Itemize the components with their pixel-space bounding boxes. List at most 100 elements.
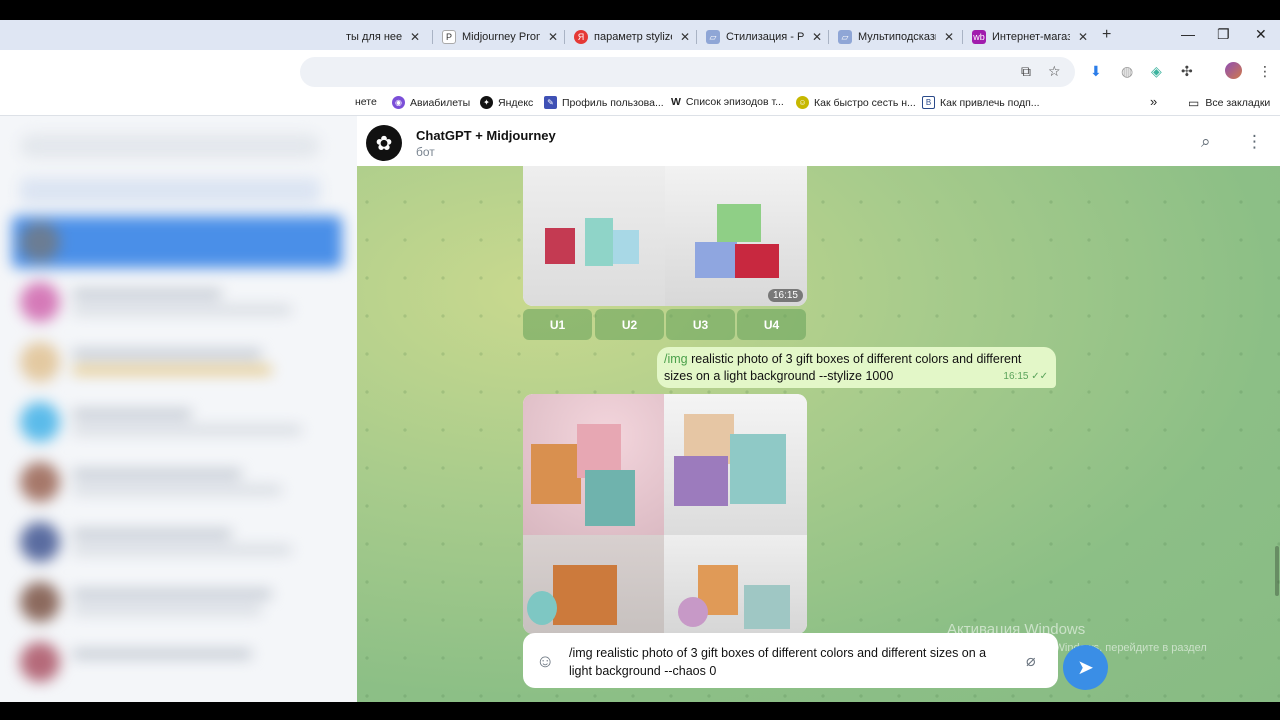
gift-box-shape [585,470,635,526]
selected-chat-row[interactable] [12,216,342,268]
tab-divider [962,30,963,44]
chat-row[interactable] [12,336,342,388]
outgoing-message[interactable]: /img realistic photo of 3 gift boxes of … [657,347,1056,388]
bookmark-item[interactable]: нете [355,96,377,108]
image-tile[interactable] [665,166,807,306]
attach-paperclip-icon[interactable]: ⌀ [1026,651,1036,671]
bookmark-label: Яндекс [498,96,534,109]
chat-row[interactable] [12,636,342,688]
line-shape [72,590,272,598]
bookmark-item[interactable]: B Как привлечь подп... [922,96,1040,109]
chat-row[interactable] [12,276,342,328]
chat-header: ✿ ChatGPT + Midjourney бот ⌕ ⋮ [357,116,1280,166]
message-composer[interactable]: ☺ /img realistic photo of 3 gift boxes o… [523,633,1058,688]
all-bookmarks-button[interactable]: ▭ Все закладки [1188,96,1270,110]
tab-close-icon[interactable]: ✕ [548,30,558,44]
more-bookmarks-button[interactable]: » [1150,94,1157,109]
bookmark-item[interactable]: ✦ Яндекс [480,96,533,109]
tab-title: параметр stylize [594,31,672,43]
emoji-icon[interactable]: ☺ [536,651,554,672]
tab-close-icon[interactable]: ✕ [812,30,822,44]
upscale-button-u1[interactable]: U1 [523,309,592,340]
generated-image-grid-1[interactable]: 16:15 [523,166,807,306]
bookmark-item[interactable]: ◉ Авиабилеты [392,96,470,109]
extension-icon[interactable]: ◈ [1151,63,1162,80]
message-input[interactable]: /img realistic photo of 3 gift boxes of … [569,644,1009,680]
bot-name[interactable]: ChatGPT + Midjourney [416,128,556,143]
bookmark-star-icon[interactable]: ☆ [1048,63,1061,80]
bookmarks-bar: нете ◉ Авиабилеты ✦ Яндекс ✎ Профиль пол… [0,92,1280,116]
minimize-button[interactable]: — [1181,26,1195,42]
gift-box-shape [553,565,617,625]
gift-box-shape [531,444,581,504]
chat-row[interactable] [12,396,342,448]
gift-box-shape [717,204,761,242]
bot-avatar-flower-icon[interactable]: ✿ [366,125,402,161]
search-placeholder-shape [20,134,320,158]
line-shape [72,350,262,358]
chat-row[interactable] [12,576,342,628]
tab-title: ты для нее [346,31,402,43]
tab-divider [564,30,565,44]
bookmark-label: нете [355,96,377,108]
download-icon[interactable]: ⬇ [1090,63,1102,80]
upscale-button-u2[interactable]: U2 [595,309,664,340]
gift-box-shape [613,230,639,264]
generated-image-grid-2[interactable] [523,394,807,634]
upscale-button-u3[interactable]: U3 [666,309,735,340]
read-checkmarks-icon: ✓✓ [1031,371,1048,382]
bookmark-item[interactable]: W Список эпизодов т... [671,96,784,108]
upscale-button-u4[interactable]: U4 [737,309,806,340]
tab-3[interactable]: Я параметр stylize ✕ [574,24,690,50]
tab-6[interactable]: wb Интернет-магаз ✕ [972,24,1088,50]
chat-wallpaper-pattern [357,116,1280,702]
tab-close-icon[interactable]: ✕ [680,30,690,44]
tab-close-icon[interactable]: ✕ [1078,30,1088,44]
bookmark-label: Как быстро сесть н... [814,96,916,109]
tab-1[interactable]: ты для нее ✕ [346,24,420,50]
bot-status: бот [416,145,435,159]
tab-title: Мультиподсказк [858,31,936,43]
chat-row[interactable] [12,516,342,568]
image-tile[interactable] [523,394,664,535]
bookmark-item[interactable]: ☺ Как быстро сесть н... [796,96,916,109]
install-app-icon[interactable]: ⧉ [1021,63,1031,80]
line-shape [72,486,282,494]
bookmark-label: Все закладки [1205,97,1271,109]
image-tile[interactable] [664,394,807,535]
line-shape [72,410,192,418]
globe-extension-icon[interactable]: ◍ [1121,63,1133,80]
omnibox[interactable] [300,57,1075,87]
bookmark-item[interactable]: ✎ Профиль пользова... [544,96,664,109]
image-tile[interactable] [523,166,665,306]
command-text[interactable]: /img [664,352,688,366]
ornament-ball-shape [678,597,708,627]
avatar [20,402,60,442]
tab-2[interactable]: P Midjourney Prom ✕ [442,24,558,50]
search-icon[interactable]: ⌕ [1201,132,1211,152]
extensions-puzzle-icon[interactable]: ✣ [1181,63,1193,80]
tab-close-icon[interactable]: ✕ [410,30,420,44]
tab-divider [432,30,433,44]
line-shape [72,426,302,434]
profile-avatar-icon[interactable] [1225,62,1242,79]
more-options-icon[interactable]: ⋮ [1246,132,1263,152]
tab-title: Стилизация - Ру [726,31,804,43]
send-button[interactable]: ➤ [1063,645,1108,690]
chat-scrollbar[interactable] [1275,546,1279,596]
line-shape [72,530,232,538]
browser-menu-icon[interactable]: ⋮ [1258,63,1272,80]
new-tab-button[interactable]: + [1102,26,1111,44]
image-tile[interactable] [523,535,664,634]
maximize-button[interactable]: ❐ [1217,26,1230,43]
close-window-button[interactable]: ✕ [1255,26,1267,43]
tab-4[interactable]: ▱ Стилизация - Ру ✕ [706,24,822,50]
avatar [20,282,60,322]
message-time: 16:15 [1003,371,1029,382]
tab-5[interactable]: ▱ Мультиподсказк ✕ [838,24,954,50]
tab-close-icon[interactable]: ✕ [944,30,954,44]
image-tile[interactable] [664,535,807,634]
chat-row[interactable] [12,456,342,508]
avatar [20,462,60,502]
gift-box-shape [585,218,613,266]
